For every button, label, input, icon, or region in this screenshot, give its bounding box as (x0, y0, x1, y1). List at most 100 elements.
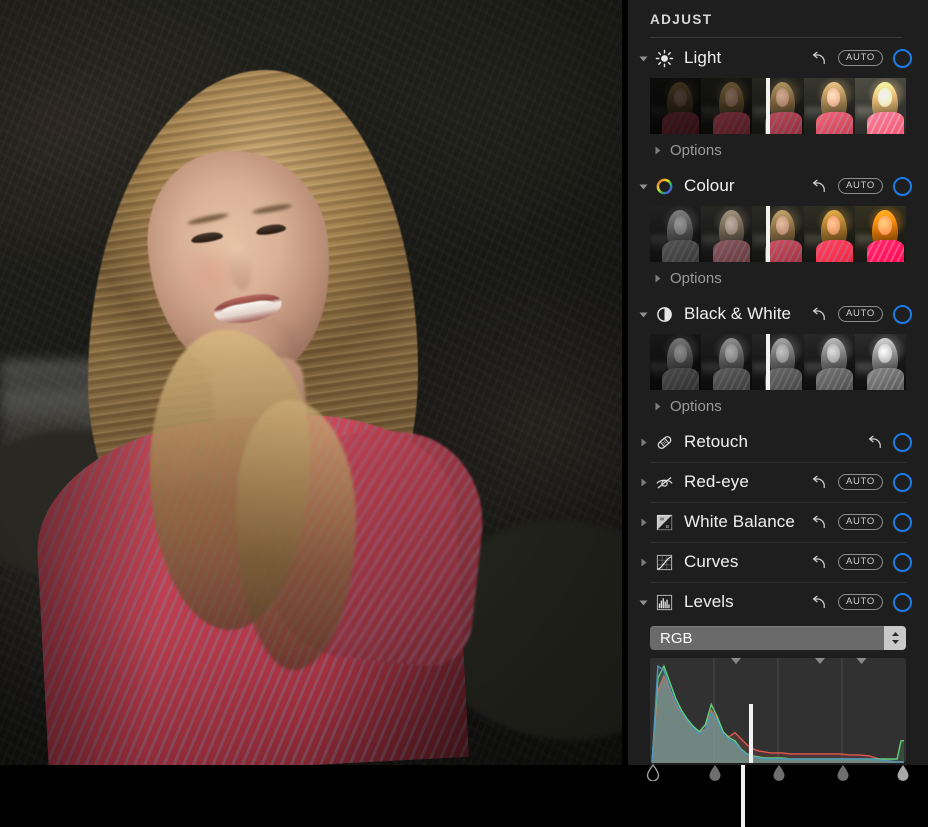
disclosure-triangle-right-icon[interactable] (636, 557, 650, 568)
preset-thumbnail[interactable] (804, 334, 855, 390)
adjustment-toggle-red-eye[interactable] (893, 473, 912, 492)
preset-thumbnail[interactable] (650, 78, 701, 134)
disclosure-triangle-right-icon[interactable] (650, 145, 664, 156)
reset-icon[interactable] (811, 306, 828, 323)
section-header-colour[interactable]: Colour AUTO (628, 166, 928, 206)
svg-text:B: B (665, 524, 668, 530)
levels-handle-highlights[interactable] (837, 764, 850, 781)
section-label-retouch: Retouch (684, 432, 866, 452)
reset-icon[interactable] (811, 50, 828, 67)
section-header-levels[interactable]: Levels AUTO (628, 582, 928, 622)
adjustment-toggle-colour[interactable] (893, 177, 912, 196)
preset-thumbnail[interactable] (752, 334, 803, 390)
options-label: Options (670, 270, 722, 287)
auto-button-colour[interactable]: AUTO (838, 178, 883, 194)
levels-handle-black-point[interactable] (646, 764, 659, 781)
histogram-cursor-extension (741, 765, 745, 827)
preset-thumbnail[interactable] (855, 334, 906, 390)
stepper-chevrons-icon[interactable] (884, 626, 906, 650)
levels-handle-shadows[interactable] (709, 764, 722, 781)
section-header-white-balance[interactable]: W B White Balance AUTO (628, 502, 928, 542)
adjustment-toggle-light[interactable] (893, 49, 912, 68)
svg-text:W: W (659, 516, 664, 522)
options-label: Options (670, 142, 722, 159)
preset-thumbnail[interactable] (752, 206, 803, 262)
levels-histogram[interactable] (650, 658, 906, 763)
levels-channel-select[interactable]: RGB (650, 626, 906, 650)
image-viewer[interactable] (0, 0, 622, 765)
reset-icon[interactable] (811, 514, 828, 531)
disclosure-triangle-right-icon[interactable] (636, 437, 650, 448)
section-label-white-balance: White Balance (684, 512, 811, 532)
preset-thumbnail[interactable] (650, 334, 701, 390)
photo-vignette (0, 0, 622, 765)
section-header-light[interactable]: Light AUTO (628, 38, 928, 78)
curves-icon (652, 553, 676, 572)
adjustment-toggle-curves[interactable] (893, 553, 912, 572)
section-label-colour: Colour (684, 176, 811, 196)
section-label-levels: Levels (684, 592, 811, 612)
color-wheel-icon (652, 177, 676, 196)
auto-button-black-white[interactable]: AUTO (838, 306, 883, 322)
disclosure-triangle-down-icon[interactable] (636, 597, 650, 608)
light-preset-strip[interactable] (650, 78, 906, 134)
auto-button-light[interactable]: AUTO (838, 50, 883, 66)
adjustment-toggle-levels[interactable] (893, 593, 912, 612)
black-white-preset-strip[interactable] (650, 334, 906, 390)
section-header-curves[interactable]: Curves AUTO (628, 542, 928, 582)
preset-thumbnail[interactable] (701, 78, 752, 134)
section-header-retouch[interactable]: Retouch (628, 422, 928, 462)
section-label-black-white: Black & White (684, 304, 811, 324)
levels-handle-midtones[interactable] (773, 764, 786, 781)
adjust-panel: ADJUST Light (628, 0, 928, 765)
reset-icon[interactable] (811, 554, 828, 571)
reset-icon[interactable] (811, 594, 828, 611)
edited-photo (0, 0, 622, 765)
preset-thumbnail[interactable] (855, 206, 906, 262)
bandage-icon (652, 433, 676, 452)
disclosure-triangle-down-icon[interactable] (636, 309, 650, 320)
auto-button-red-eye[interactable]: AUTO (838, 474, 883, 490)
options-row-black-white[interactable]: Options (628, 390, 928, 422)
reset-icon[interactable] (866, 434, 883, 451)
reset-icon[interactable] (811, 474, 828, 491)
panel-title: ADJUST (650, 12, 906, 27)
preset-thumbnail[interactable] (804, 206, 855, 262)
levels-handle-white-point[interactable] (897, 764, 910, 781)
options-row-light[interactable]: Options (628, 134, 928, 166)
adjustment-toggle-black-white[interactable] (893, 305, 912, 324)
preset-thumbnail[interactable] (701, 206, 752, 262)
preset-playhead[interactable] (766, 78, 770, 134)
section-label-red-eye: Red-eye (684, 472, 811, 492)
preset-thumbnail[interactable] (804, 78, 855, 134)
preset-thumbnail[interactable] (650, 206, 701, 262)
section-label-light: Light (684, 48, 811, 68)
auto-button-levels[interactable]: AUTO (838, 594, 883, 610)
disclosure-triangle-right-icon[interactable] (636, 517, 650, 528)
options-row-colour[interactable]: Options (628, 262, 928, 294)
disclosure-triangle-right-icon[interactable] (636, 477, 650, 488)
disclosure-triangle-right-icon[interactable] (650, 273, 664, 284)
reset-icon[interactable] (811, 178, 828, 195)
auto-button-curves[interactable]: AUTO (838, 554, 883, 570)
adjustment-toggle-white-balance[interactable] (893, 513, 912, 532)
preset-thumbnail[interactable] (752, 78, 803, 134)
preset-playhead[interactable] (766, 206, 770, 262)
disclosure-triangle-down-icon[interactable] (636, 53, 650, 64)
levels-icon (652, 593, 676, 612)
preset-thumbnail[interactable] (701, 334, 752, 390)
disclosure-triangle-right-icon[interactable] (650, 401, 664, 412)
disclosure-triangle-down-icon[interactable] (636, 181, 650, 192)
levels-handles[interactable] (650, 763, 906, 785)
preset-playhead[interactable] (766, 334, 770, 390)
section-controls-levels: AUTO (811, 593, 912, 612)
section-controls-black-white: AUTO (811, 305, 912, 324)
section-header-red-eye[interactable]: Red-eye AUTO (628, 462, 928, 502)
histogram-cursor[interactable] (749, 704, 753, 763)
auto-button-white-balance[interactable]: AUTO (838, 514, 883, 530)
photo-editor-window: ADJUST Light (0, 0, 928, 827)
colour-preset-strip[interactable] (650, 206, 906, 262)
adjustment-toggle-retouch[interactable] (893, 433, 912, 452)
preset-thumbnail[interactable] (855, 78, 906, 134)
section-header-black-white[interactable]: Black & White AUTO (628, 294, 928, 334)
